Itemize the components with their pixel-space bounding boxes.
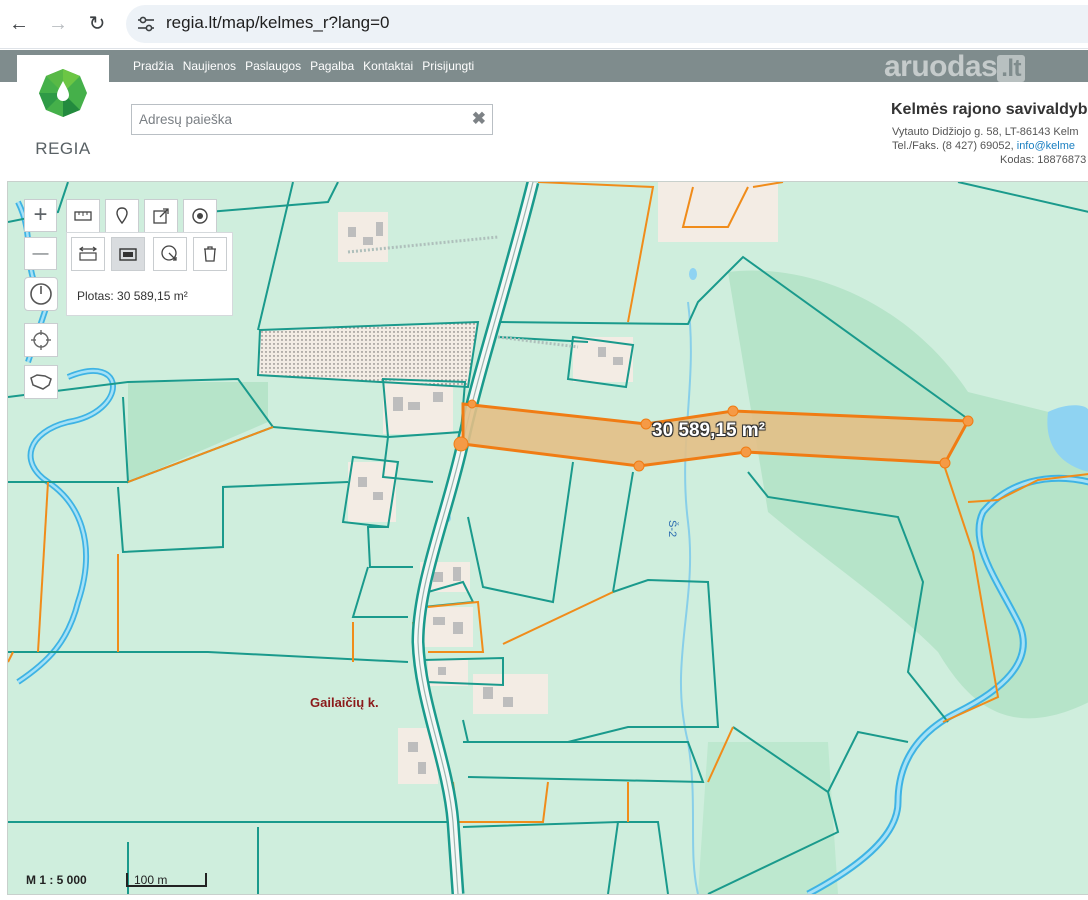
full-extent-button[interactable] bbox=[24, 365, 58, 399]
radius-icon bbox=[161, 245, 177, 261]
menu-item-pagalba[interactable]: Pagalba bbox=[310, 59, 354, 73]
ruler-icon bbox=[74, 211, 92, 221]
scale-bar: 100 m bbox=[126, 873, 207, 887]
site-settings-icon[interactable] bbox=[137, 16, 155, 32]
measure-distance-button[interactable] bbox=[71, 237, 105, 271]
forest-area bbox=[698, 742, 838, 894]
history-button[interactable] bbox=[24, 277, 58, 311]
menu-item-kontaktai[interactable]: Kontaktai bbox=[363, 59, 413, 73]
distance-icon bbox=[78, 246, 98, 261]
menu-item-prisijungti[interactable]: Prisijungti bbox=[422, 59, 474, 73]
marker-tool-button[interactable] bbox=[105, 199, 139, 233]
main-road bbox=[413, 182, 537, 894]
url-text[interactable]: regia.lt/map/kelmes_r?lang=0 bbox=[166, 13, 389, 33]
clear-measure-button[interactable] bbox=[193, 237, 227, 271]
forward-button[interactable]: → bbox=[46, 12, 70, 36]
measure-tool-button[interactable] bbox=[66, 199, 100, 233]
clock-icon bbox=[30, 283, 52, 305]
target-icon bbox=[192, 208, 208, 224]
share-icon bbox=[153, 208, 169, 224]
regia-logo-icon bbox=[39, 69, 87, 117]
map-pin-icon bbox=[116, 207, 128, 225]
forest-area bbox=[728, 270, 1088, 719]
menu-item-naujienos[interactable]: Naujienos bbox=[183, 59, 236, 73]
menu-item-paslaugos[interactable]: Paslaugos bbox=[245, 59, 301, 73]
reload-button[interactable]: ↻ bbox=[85, 12, 109, 36]
browser-toolbar: ← → ↻ regia.lt/map/kelmes_r?lang=0 bbox=[0, 0, 1088, 49]
municipality-email-link[interactable]: info@kelme bbox=[1017, 140, 1075, 152]
zoom-out-button[interactable]: — bbox=[24, 237, 57, 270]
regia-logo[interactable]: REGIA bbox=[17, 55, 109, 169]
locate-button[interactable] bbox=[24, 323, 58, 357]
measure-radius-button[interactable] bbox=[153, 237, 187, 271]
main-menu: Pradžia Naujienos Paslaugos Pagalba Kont… bbox=[133, 59, 483, 73]
village-label: Gailaičių k. bbox=[310, 695, 379, 710]
watermark-tld: .lt bbox=[997, 55, 1026, 82]
yard bbox=[348, 462, 396, 522]
trash-icon bbox=[204, 246, 216, 262]
area-icon bbox=[119, 248, 137, 261]
crosshair-icon bbox=[31, 330, 51, 350]
address-search[interactable]: ✖ bbox=[131, 104, 493, 135]
pond bbox=[689, 268, 697, 280]
address-search-input[interactable] bbox=[137, 111, 471, 128]
yard bbox=[658, 182, 778, 242]
watermark-text: aruodas bbox=[884, 50, 998, 83]
stream bbox=[679, 301, 699, 894]
area-result: Plotas: 30 589,15 m² bbox=[77, 289, 188, 303]
dotted-parcel bbox=[256, 320, 480, 389]
municipality-phone: Tel./Faks. (8 427) 69052, bbox=[892, 140, 1014, 152]
measure-panel: Plotas: 30 589,15 m² bbox=[66, 232, 233, 316]
logo-text: REGIA bbox=[35, 139, 91, 158]
municipality-address: Vytauto Didžiojo g. 58, LT-86143 Kelm bbox=[892, 126, 1079, 138]
back-button[interactable]: ← bbox=[7, 12, 31, 36]
map-scale: M 1 : 5 000 bbox=[26, 873, 87, 887]
forest-area bbox=[128, 382, 268, 482]
clear-search-icon[interactable]: ✖ bbox=[472, 109, 486, 129]
watermark: aruodas .lt bbox=[884, 50, 1026, 84]
municipality-title: Kelmės rajono savivaldyb bbox=[891, 101, 1088, 118]
map-canvas[interactable]: 30 589,15 m² Gailaičių k. Š-2 + — Plotas… bbox=[7, 181, 1088, 895]
municipality-contacts: Tel./Faks. (8 427) 69052, info@kelme bbox=[892, 140, 1075, 152]
menu-item-pradzia[interactable]: Pradžia bbox=[133, 59, 174, 73]
road-label: Š-2 bbox=[666, 520, 678, 538]
zoom-in-button[interactable]: + bbox=[24, 199, 57, 232]
measurement-label: 30 589,15 m² bbox=[652, 420, 766, 441]
share-button[interactable] bbox=[144, 199, 178, 233]
measure-area-button[interactable] bbox=[111, 237, 145, 271]
record-button[interactable] bbox=[183, 199, 217, 233]
municipality-code: Kodas: 18876873 bbox=[1000, 154, 1087, 166]
yard bbox=[423, 607, 473, 647]
address-bar[interactable]: regia.lt/map/kelmes_r?lang=0 bbox=[126, 5, 1088, 43]
lithuania-map-icon bbox=[30, 374, 52, 390]
